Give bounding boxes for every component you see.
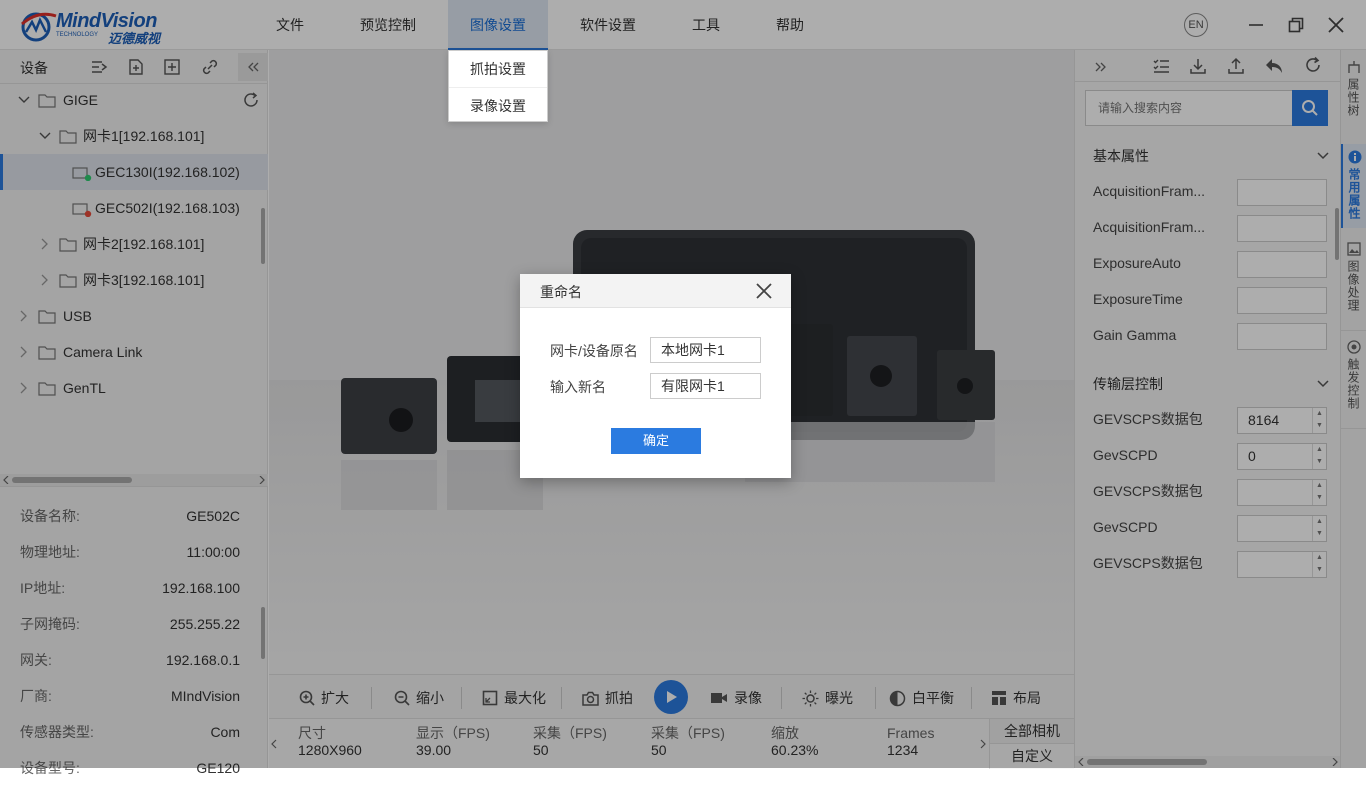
original-name-label: 网卡/设备原名 — [550, 343, 638, 359]
dialog-header: 重命名 — [520, 274, 791, 308]
original-name-field[interactable] — [650, 337, 761, 363]
menu-item-recording-settings[interactable]: 录像设置 — [449, 87, 547, 123]
new-name-label: 输入新名 — [550, 379, 606, 395]
image-settings-dropdown: 抓拍设置 录像设置 — [448, 50, 548, 122]
new-name-field[interactable] — [650, 373, 761, 399]
close-icon[interactable] — [756, 283, 772, 299]
menu-item-snapshot-settings[interactable]: 抓拍设置 — [449, 51, 547, 87]
confirm-button[interactable]: 确定 — [611, 428, 701, 454]
rename-dialog: 重命名 网卡/设备原名 输入新名 确定 — [520, 274, 791, 478]
dialog-title: 重命名 — [540, 284, 582, 300]
